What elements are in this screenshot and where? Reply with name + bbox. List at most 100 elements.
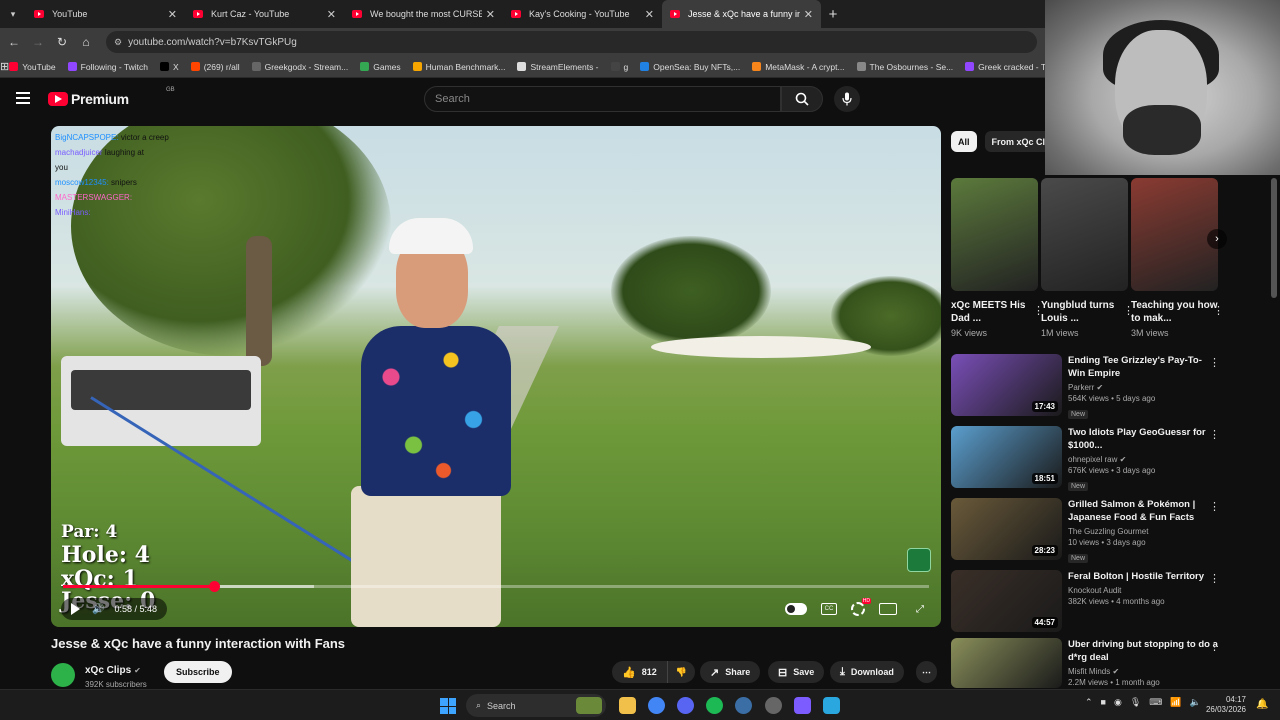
youtube-premium-logo[interactable]: Premium GB (48, 87, 175, 107)
recommendation-title[interactable]: Grilled Salmon & Pokémon | Japanese Food… (1068, 498, 1218, 524)
short-item[interactable]: xQc MEETS His Dad ... 9K views ⋮ (951, 178, 1044, 338)
bookmark-item[interactable]: Greekgodx - Stream... (251, 62, 348, 72)
taskbar-clock[interactable]: 04:17 26/03/2026 (1196, 695, 1246, 715)
more-vertical-icon[interactable]: ⋮ (1209, 640, 1220, 653)
microphone-icon[interactable]: 🎙 (1130, 697, 1141, 708)
browser-tab[interactable]: YouTube ✕ (26, 0, 185, 28)
bookmark-item[interactable]: The Osbournes - Se... (856, 62, 953, 72)
subtitles-icon[interactable]: CC (821, 603, 837, 615)
recommendation-title[interactable]: Feral Bolton | Hostile Territory (1068, 570, 1218, 583)
dislike-button[interactable]: 👎 (667, 661, 695, 683)
volume-icon[interactable]: 🔊 (92, 604, 104, 615)
bookmark-item[interactable]: (269) r/all (190, 62, 240, 72)
close-tab-icon[interactable]: ✕ (804, 8, 813, 21)
bookmark-item[interactable]: StreamElements - (517, 62, 599, 72)
short-title[interactable]: Teaching you how to mak... (1131, 299, 1218, 325)
short-item[interactable]: Yungblud turns Louis ... 1M views ⋮ (1041, 178, 1134, 338)
recommendation-item[interactable]: 17:43 Ending Tee Grizzley's Pay-To-Win E… (951, 354, 1261, 419)
site-info-icon[interactable]: ⚙ (114, 37, 122, 48)
bookmark-item[interactable]: OpenSea: Buy NFTs,... (640, 62, 740, 72)
forward-icon[interactable]: → (26, 35, 50, 49)
bookmark-item[interactable]: Human Benchmark... (412, 62, 505, 72)
close-tab-icon[interactable]: ✕ (645, 8, 654, 21)
short-thumbnail[interactable] (951, 178, 1038, 291)
bookmark-item[interactable]: Games (360, 62, 401, 72)
app-icon[interactable] (735, 697, 752, 714)
voice-search-button[interactable] (834, 86, 860, 112)
video-thumbnail[interactable] (951, 638, 1062, 688)
reload-icon[interactable]: ↻ (50, 35, 74, 49)
more-vertical-icon[interactable]: ⋮ (1209, 572, 1220, 585)
bookmark-item[interactable]: g (610, 62, 628, 72)
seek-handle[interactable] (208, 581, 220, 592)
bookmark-item[interactable]: YouTube (9, 62, 56, 72)
fullscreen-icon[interactable]: ⤢ (911, 602, 929, 616)
spotify-icon[interactable] (706, 697, 723, 714)
video-thumbnail[interactable]: 17:43 (951, 354, 1062, 416)
short-title[interactable]: Yungblud turns Louis ... (1041, 299, 1128, 325)
like-button[interactable]: 👍 812 (612, 661, 668, 683)
channel-avatar[interactable] (51, 662, 75, 687)
search-input[interactable]: Search (424, 86, 781, 112)
bookmark-item[interactable]: MetaMask - A crypt... (752, 62, 845, 72)
tray-app-icon[interactable]: ◉ (1114, 697, 1122, 708)
recommendation-item[interactable]: 44:57 Feral Bolton | Hostile Territory K… (951, 570, 1261, 634)
wifi-icon[interactable]: 📶 (1170, 697, 1181, 708)
url-field[interactable]: ⚙ youtube.com/watch?v=b7KsvTGkPUg (106, 31, 1037, 53)
windows-start-icon[interactable] (440, 698, 456, 714)
tab-search-icon[interactable]: ▾ (0, 0, 26, 28)
tray-app-icon[interactable]: ■ (1101, 697, 1106, 708)
more-vertical-icon[interactable]: ⋮ (1213, 304, 1224, 317)
short-item[interactable]: Teaching you how to mak... 3M views ⋮ (1131, 178, 1224, 338)
chevron-right-icon[interactable]: › (1207, 229, 1227, 249)
taskbar-search[interactable]: ⌕ Search (466, 694, 606, 717)
recommendation-item[interactable]: 18:51 Two Idiots Play GeoGuessr for $100… (951, 426, 1261, 491)
browser-tab-active[interactable]: Jesse & xQc have a funny intera ✕ (662, 0, 821, 28)
more-vertical-icon[interactable]: ⋮ (1209, 356, 1220, 369)
close-tab-icon[interactable]: ✕ (168, 8, 177, 21)
short-thumbnail[interactable] (1041, 178, 1128, 291)
short-thumbnail[interactable] (1131, 178, 1218, 291)
recommendation-title[interactable]: Uber driving but stopping to do a d*rg d… (1068, 638, 1218, 664)
browser-tab[interactable]: Kay's Cooking - YouTube ✕ (503, 0, 662, 28)
close-tab-icon[interactable]: ✕ (327, 8, 336, 21)
more-vertical-icon[interactable]: ⋮ (1209, 428, 1220, 441)
chrome-icon[interactable] (648, 697, 665, 714)
seek-bar[interactable] (63, 581, 929, 592)
channel-watermark-icon[interactable] (907, 548, 931, 572)
video-player[interactable]: BigNCAPSPOPE: victor a creep machadjuice… (51, 126, 941, 627)
settings-gear-icon[interactable]: HD (851, 598, 871, 616)
recommendation-title[interactable]: Ending Tee Grizzley's Pay-To-Win Empire (1068, 354, 1218, 380)
browser-tab[interactable]: We bought the most CURSED T ✕ (344, 0, 503, 28)
app-icon[interactable] (765, 697, 782, 714)
notification-bell-icon[interactable]: 🔔 (1256, 699, 1268, 710)
menu-icon[interactable] (16, 92, 30, 107)
close-tab-icon[interactable]: ✕ (486, 8, 495, 21)
short-title[interactable]: xQc MEETS His Dad ... (951, 299, 1038, 325)
theater-mode-icon[interactable] (879, 603, 897, 615)
file-explorer-icon[interactable] (619, 697, 636, 714)
back-icon[interactable]: ← (2, 35, 26, 49)
apps-grid-icon[interactable]: ⊞ (0, 60, 9, 73)
autoplay-toggle[interactable] (785, 603, 807, 615)
app-grid-icon[interactable] (794, 697, 811, 714)
bookmark-item[interactable]: X (160, 62, 179, 72)
play-icon[interactable] (71, 603, 80, 615)
page-scrollbar[interactable] (1271, 178, 1277, 298)
new-tab-icon[interactable]: + (821, 0, 845, 28)
recommendation-title[interactable]: Two Idiots Play GeoGuessr for $1000... (1068, 426, 1218, 452)
download-button[interactable]: ⤓ Download (830, 661, 904, 683)
keyboard-icon[interactable]: ⌨ (1149, 697, 1162, 708)
video-thumbnail[interactable]: 18:51 (951, 426, 1062, 488)
save-button[interactable]: ⊟ Save (768, 661, 825, 683)
telegram-icon[interactable] (823, 697, 840, 714)
share-button[interactable]: ↗ Share (700, 661, 761, 683)
chip-all[interactable]: All (951, 131, 977, 152)
subscribe-button[interactable]: Subscribe (164, 661, 232, 683)
channel-name[interactable]: xQc Clips (85, 665, 131, 676)
recommendation-item[interactable]: 28:23 Grilled Salmon & Pokémon | Japanes… (951, 498, 1261, 563)
home-icon[interactable]: ⌂ (74, 35, 98, 49)
search-button[interactable] (781, 86, 823, 112)
chevron-up-icon[interactable]: ⌃ (1085, 697, 1093, 708)
bookmark-item[interactable]: Greek cracked - Twi... (965, 62, 1045, 72)
